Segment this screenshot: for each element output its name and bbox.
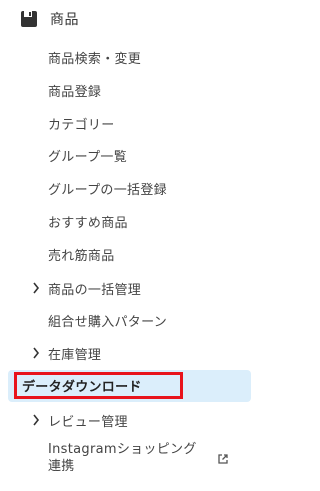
section-header-products[interactable]: 商品 xyxy=(20,6,79,32)
menu-item-bulk-manage[interactable]: 商品の一括管理 xyxy=(48,276,141,300)
chevron-right-icon[interactable] xyxy=(32,408,42,432)
menu-item-bestsellers[interactable]: 売れ筋商品 xyxy=(48,242,115,266)
external-link-icon[interactable] xyxy=(217,453,229,465)
chevron-right-icon[interactable] xyxy=(32,341,42,365)
menu-item-stock-manage[interactable]: 在庫管理 xyxy=(48,341,101,365)
instagram-label-line1: Instagramショッピング xyxy=(48,442,197,457)
save-icon xyxy=(21,11,37,27)
menu-item-category[interactable]: カテゴリー xyxy=(48,111,115,135)
menu-item-group-bulk-register[interactable]: グループの一括登録 xyxy=(48,176,167,200)
section-title: 商品 xyxy=(50,12,79,28)
chevron-right-icon[interactable] xyxy=(32,276,42,300)
menu-item-data-download[interactable]: データダウンロード xyxy=(22,372,142,399)
menu-item-combination-pattern[interactable]: 組合せ購入パターン xyxy=(48,308,167,332)
sidebar-nav: 商品 商品検索・変更 商品登録 カテゴリー グループ一覧 グループの一括登録 お… xyxy=(0,0,258,491)
instagram-label-line2: 連携 xyxy=(48,459,75,474)
menu-item-review-manage[interactable]: レビュー管理 xyxy=(48,408,128,432)
menu-item-recommended[interactable]: おすすめ商品 xyxy=(48,209,128,233)
menu-item-product-search[interactable]: 商品検索・変更 xyxy=(48,45,141,69)
menu-item-product-register[interactable]: 商品登録 xyxy=(48,78,101,102)
menu-item-group-list[interactable]: グループ一覧 xyxy=(48,143,127,167)
menu-item-instagram-shopping[interactable]: Instagramショッピング 連携 xyxy=(48,441,218,475)
